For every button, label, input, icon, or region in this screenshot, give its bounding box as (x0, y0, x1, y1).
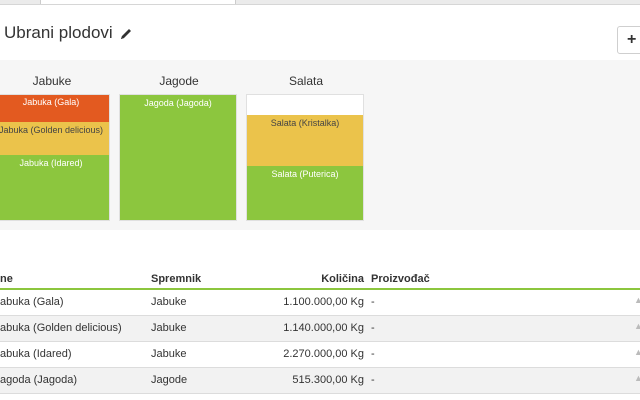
table-header: ne Spremnik Količina Proizvođač (0, 268, 640, 290)
table-row[interactable]: abuka (Gala) Jabuke 1.100.000,00 Kg - ▲ (0, 290, 640, 316)
row-producer: - (371, 374, 375, 386)
row-quantity: 2.270.000,00 Kg (283, 348, 364, 360)
row-action-icon[interactable]: ▲ (634, 295, 640, 305)
table-row[interactable]: abuka (Idared) Jabuke 2.270.000,00 Kg - … (0, 342, 640, 368)
page-title-text: Ubrani plodovi (4, 23, 113, 42)
row-name: abuka (Idared) (0, 348, 72, 360)
container-segment[interactable]: Jabuka (Idared) (0, 155, 109, 220)
row-quantity: 1.140.000,00 Kg (283, 322, 364, 334)
container-box-jabuke[interactable]: Jabuka (Gala) Jabuka (Golden delicious) … (0, 94, 110, 221)
row-quantity: 515.300,00 Kg (292, 374, 364, 386)
column-header-name[interactable]: ne (0, 273, 13, 285)
container-box-jagode[interactable]: Jagoda (Jagoda) (119, 94, 237, 221)
container-segment[interactable]: Salata (Puterica) (247, 166, 363, 220)
container-title-jagode: Jagode (159, 74, 199, 88)
containers-chart-area: Jabuke Jabuka (Gala) Jabuka (Golden deli… (0, 60, 640, 230)
row-quantity: 1.100.000,00 Kg (283, 296, 364, 308)
container-segment[interactable]: Jabuka (Gala) (0, 95, 109, 122)
row-action-icon[interactable]: ▲ (634, 321, 640, 331)
table-row[interactable]: agoda (Jagoda) Jagode 515.300,00 Kg - ▲ (0, 368, 640, 394)
row-producer: - (371, 322, 375, 334)
top-tab-strip (0, 0, 640, 5)
row-action-icon[interactable]: ▲ (634, 347, 640, 357)
container-segment[interactable]: Salata (Kristalka) (247, 115, 363, 166)
row-container: Jagode (151, 374, 188, 386)
container-segment[interactable]: Jabuka (Golden delicious) (0, 122, 109, 155)
edit-pencil-icon[interactable] (119, 26, 133, 40)
container-title-jabuke: Jabuke (32, 74, 72, 88)
row-name: agoda (Jagoda) (0, 374, 78, 386)
column-header-quantity[interactable]: Količina (321, 273, 364, 285)
row-container: Jabuke (151, 296, 187, 308)
row-container: Jabuke (151, 348, 187, 360)
container-box-salata[interactable]: Salata (Kristalka) Salata (Puterica) (246, 94, 364, 221)
row-producer: - (371, 296, 375, 308)
harvest-table: ne Spremnik Količina Proizvođač abuka (G… (0, 268, 640, 394)
row-producer: - (371, 348, 375, 360)
row-container: Jabuke (151, 322, 187, 334)
add-button[interactable]: + (617, 26, 640, 54)
table-row[interactable]: abuka (Golden delicious) Jabuke 1.140.00… (0, 316, 640, 342)
column-header-container[interactable]: Spremnik (151, 273, 201, 285)
row-action-icon[interactable]: ▲ (634, 373, 640, 383)
row-name: abuka (Gala) (0, 296, 64, 308)
container-segment[interactable]: Jagoda (Jagoda) (120, 95, 236, 220)
page-title: Ubrani plodovi (4, 23, 133, 43)
page-header: Ubrani plodovi + (0, 6, 640, 54)
row-name: abuka (Golden delicious) (0, 322, 122, 334)
column-header-producer[interactable]: Proizvođač (371, 273, 430, 285)
container-title-salata: Salata (288, 74, 324, 88)
active-tab-fragment[interactable] (40, 0, 236, 4)
